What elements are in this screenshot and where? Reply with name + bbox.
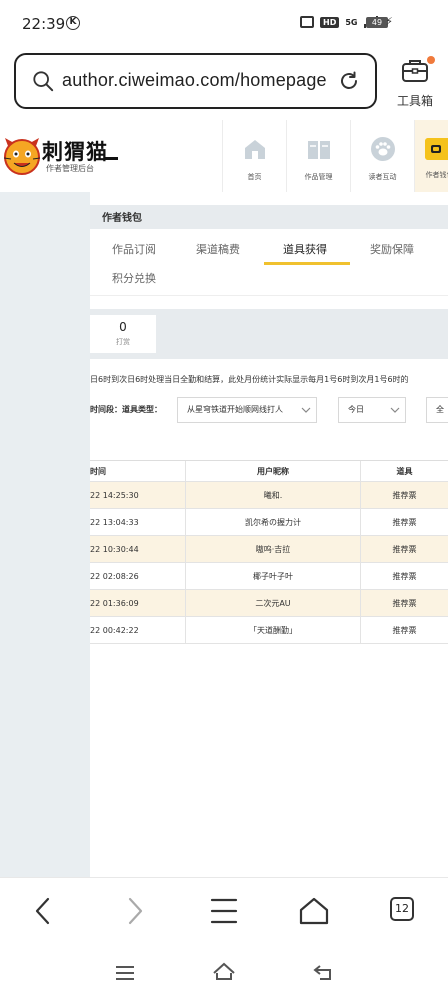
k-badge-icon: K: [66, 16, 80, 30]
table-row: 22 13:04:33 凯尔希の握力计 推荐票: [90, 509, 448, 536]
recent-apps-icon[interactable]: [113, 963, 137, 983]
row-item: 推荐票: [360, 482, 448, 508]
row-user: 二次元AU: [185, 590, 360, 616]
system-home-icon[interactable]: [212, 961, 236, 981]
charging-icon: ⚡: [385, 15, 393, 28]
date-select-value: 今日: [348, 405, 364, 414]
vibrate-icon: [300, 16, 315, 28]
row-time: 22 00:42:22: [90, 625, 139, 635]
tab-points[interactable]: 积分兑换: [112, 270, 156, 286]
header-item: 道具: [360, 461, 448, 481]
book-icon: [307, 141, 330, 159]
table-row: 22 01:36:09 二次元AU 推荐票: [90, 590, 448, 617]
status-bar: 22:39 K HD 5G 49 ⚡: [0, 0, 448, 44]
row-item: 推荐票: [360, 563, 448, 589]
nav-tab-works[interactable]: 作品管理: [286, 120, 350, 192]
url-text[interactable]: author.ciweimao.com/homepage: [62, 70, 327, 91]
nav-label: 作者钱包: [425, 171, 448, 179]
address-bar[interactable]: author.ciweimao.com/homepage: [14, 53, 377, 109]
row-item: 推荐票: [360, 509, 448, 535]
status-time: 22:39: [22, 15, 66, 33]
type-select[interactable]: 全: [426, 397, 448, 423]
nav-tab-wallet[interactable]: 作者钱包: [414, 120, 448, 192]
tabs-divider: [90, 295, 448, 296]
hd-badge: HD: [320, 16, 340, 28]
row-time: 22 13:04:33: [90, 517, 139, 527]
row-user: 曦和.: [185, 482, 360, 508]
table-row: 22 02:08:26 椰子叶子叶 推荐票: [90, 563, 448, 590]
notification-dot: [427, 56, 435, 64]
wallet-icon: [424, 138, 448, 160]
row-user: 「天道酬勤」: [185, 617, 360, 643]
settlement-notice: 日6时到次日6时处理当日全勤和结算，此处月份统计实际显示每月1号6时到次月1号6…: [90, 375, 409, 384]
chevron-down-icon: [390, 407, 400, 413]
header-time: 时间: [90, 466, 106, 476]
filter-label: 时间段：道具类型：: [90, 405, 162, 414]
toolbox-label: 工具箱: [396, 94, 433, 108]
nav-label: 读者互动: [368, 173, 397, 181]
toolbox-button[interactable]: 工具箱: [388, 56, 442, 112]
tab-rewards[interactable]: 奖励保障: [370, 241, 414, 257]
row-user: 椰子叶子叶: [185, 563, 360, 589]
table-row: 22 10:30:44 嗷呜·吉拉 推荐票: [90, 536, 448, 563]
date-select[interactable]: 今日: [338, 397, 406, 423]
search-icon: [33, 71, 54, 92]
top-nav: 首页 作品管理 读者互动 作者钱包: [222, 120, 448, 192]
menu-icon[interactable]: [208, 895, 240, 927]
home-icon: [244, 140, 265, 159]
reload-icon[interactable]: [337, 69, 361, 93]
home-icon[interactable]: [298, 895, 330, 927]
row-item: 推荐票: [360, 617, 448, 643]
tab-props[interactable]: 道具获得: [283, 241, 327, 257]
row-user: 嗷呜·吉拉: [185, 536, 360, 562]
active-tab-indicator: [264, 262, 350, 265]
chevron-down-icon: [301, 407, 311, 413]
wallet-title: 作者钱包: [102, 213, 142, 224]
toolbox-icon: [402, 60, 428, 82]
work-select-value: 从星穹铁道开始顺网线打人: [187, 405, 283, 414]
tab-channel-fees[interactable]: 渠道稿费: [196, 241, 240, 257]
row-time: 22 01:36:09: [90, 598, 139, 608]
stat-value: 0: [119, 320, 127, 334]
table-header-row: 时间 用户昵称 道具: [90, 460, 448, 482]
nav-tab-home[interactable]: 首页: [222, 120, 286, 192]
header-user: 用户昵称: [185, 461, 360, 481]
wallet-header: 作者钱包: [90, 205, 448, 229]
logo-subtitle: 作者管理后台: [46, 164, 94, 173]
system-back-icon[interactable]: [312, 962, 336, 982]
row-time: 22 14:25:30: [90, 490, 139, 500]
row-item: 推荐票: [360, 536, 448, 562]
nav-label: 首页: [247, 173, 262, 181]
cat-logo-icon[interactable]: [2, 136, 42, 176]
row-item: 推荐票: [360, 590, 448, 616]
table-row: 22 14:25:30 曦和. 推荐票: [90, 482, 448, 509]
tip-stat-card: 0 打赏: [90, 315, 156, 353]
row-time: 22 10:30:44: [90, 544, 139, 554]
stat-label: 打赏: [116, 338, 130, 346]
network-label: 5G: [345, 17, 358, 27]
back-icon[interactable]: [28, 895, 60, 927]
tab-subscriptions[interactable]: 作品订阅: [112, 241, 156, 257]
nav-label: 作品管理: [304, 173, 333, 181]
nav-tab-readers[interactable]: 读者互动: [350, 120, 414, 192]
logo-title: 刺猬猫: [42, 140, 108, 164]
props-table: 时间 用户昵称 道具 22 14:25:30 曦和. 推荐票 22 13:04:…: [90, 460, 448, 644]
row-time: 22 02:08:26: [90, 571, 139, 581]
row-user: 凯尔希の握力计: [185, 509, 360, 535]
work-select[interactable]: 从星穹铁道开始顺网线打人: [177, 397, 317, 423]
left-sidebar-area: [0, 192, 90, 877]
type-select-value: 全: [436, 405, 444, 414]
logo-underline: [104, 157, 118, 160]
paw-icon: [370, 137, 395, 161]
table-row: 22 00:42:22 「天道酬勤」 推荐票: [90, 617, 448, 644]
tabs-count-button[interactable]: 12: [390, 897, 414, 921]
forward-icon[interactable]: [118, 895, 150, 927]
